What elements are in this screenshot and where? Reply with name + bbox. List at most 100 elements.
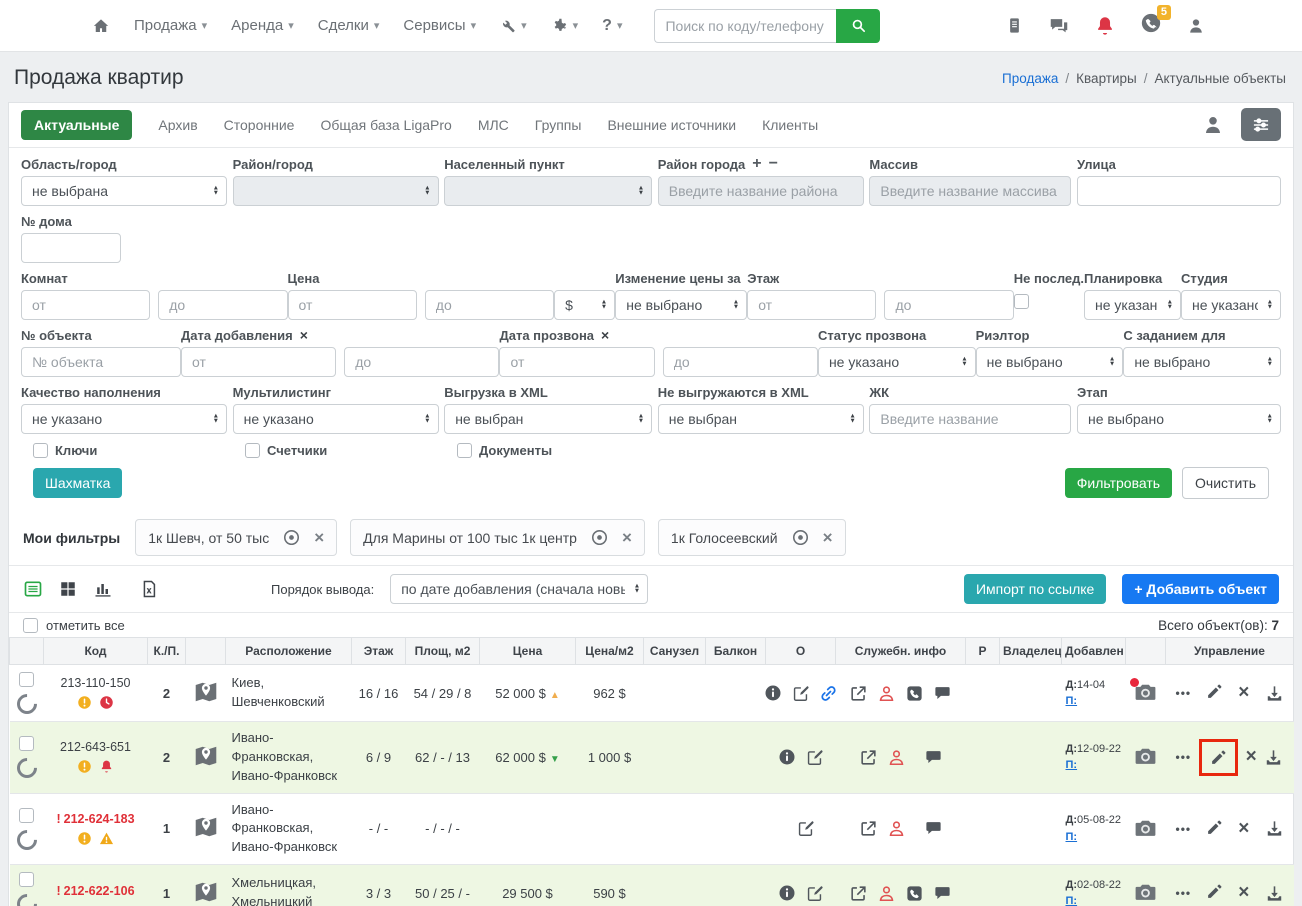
phone-icon[interactable] (905, 684, 924, 703)
row-checkbox[interactable] (19, 736, 34, 751)
remove-filter-icon[interactable]: × (622, 531, 632, 545)
delete-icon[interactable]: × (1238, 686, 1249, 700)
nav-menu-prodazha[interactable]: Продажа▾ (134, 17, 207, 34)
nav-menu-arenda[interactable]: Аренда▾ (231, 17, 294, 34)
floor-from-input[interactable] (747, 290, 876, 320)
grid-view-icon[interactable] (59, 580, 77, 598)
layout-select[interactable]: не указано (1084, 290, 1181, 320)
saved-filter-chip[interactable]: 1к Шевч, от 50 тыс × (135, 519, 337, 556)
date-added-to-input[interactable] (344, 347, 499, 377)
city-area-input[interactable] (658, 176, 864, 206)
tab-klienty[interactable]: Клиенты (762, 117, 818, 133)
search-input[interactable] (654, 9, 836, 43)
edit-note-icon[interactable] (791, 684, 810, 703)
bell-icon[interactable] (1094, 15, 1116, 37)
rooms-from-input[interactable] (21, 290, 150, 320)
date-added-from-input[interactable] (181, 347, 336, 377)
external-link-icon[interactable] (849, 884, 868, 903)
journal-icon[interactable] (1005, 16, 1024, 35)
excel-export-icon[interactable] (139, 579, 159, 599)
saved-filter-chip[interactable]: 1к Голосеевский × (658, 519, 846, 556)
delete-icon[interactable]: × (1238, 886, 1249, 900)
camera-icon[interactable] (1133, 679, 1158, 704)
camera-icon[interactable] (1133, 743, 1158, 768)
list-view-icon[interactable] (23, 579, 43, 599)
currency-select[interactable]: $ (554, 290, 615, 320)
map-pin-icon[interactable] (193, 814, 219, 840)
remove-filter-icon[interactable]: × (823, 531, 833, 545)
realtor-select[interactable]: не выбрано (976, 347, 1124, 377)
not-last-checkbox[interactable] (1014, 294, 1029, 309)
price-to-input[interactable] (425, 290, 554, 320)
person-icon[interactable] (887, 819, 906, 838)
street-input[interactable] (1077, 176, 1281, 206)
tab-obshchaya-baza[interactable]: Общая база LigaPro (320, 117, 451, 133)
filter-settings-button[interactable] (1241, 108, 1281, 141)
download-icon[interactable] (1265, 684, 1284, 703)
residential-complex-input[interactable] (869, 404, 1071, 434)
call-status-select[interactable]: не указано (818, 347, 976, 377)
district-select[interactable] (233, 176, 439, 206)
more-actions-icon[interactable]: ••• (1176, 686, 1192, 700)
pencil-icon[interactable] (1210, 749, 1227, 766)
comment-icon[interactable] (924, 748, 943, 767)
filter-apply-button[interactable]: Фильтровать (1065, 468, 1172, 498)
date-called-to-input[interactable] (663, 347, 818, 377)
tab-mls[interactable]: МЛС (478, 117, 509, 133)
add-object-button[interactable]: + Добавить объект (1122, 574, 1279, 604)
comment-icon[interactable] (933, 884, 952, 903)
edit-note-icon[interactable] (805, 884, 824, 903)
rooms-to-input[interactable] (158, 290, 287, 320)
stage-select[interactable]: не выбрано (1077, 404, 1281, 434)
pencil-icon[interactable] (1206, 683, 1223, 700)
delete-icon[interactable]: × (1246, 750, 1257, 764)
sort-order-select[interactable]: по дате добавления (сначала новые) (390, 574, 648, 604)
eye-icon[interactable] (590, 528, 609, 547)
camera-icon[interactable] (1133, 879, 1158, 904)
import-by-link-button[interactable]: Импорт по ссылке (964, 574, 1106, 604)
person-icon[interactable] (877, 884, 896, 903)
pencil-icon[interactable] (1206, 819, 1223, 836)
external-link-icon[interactable] (859, 748, 878, 767)
person-icon[interactable] (877, 684, 896, 703)
map-pin-icon[interactable] (193, 679, 219, 705)
eye-icon[interactable] (282, 528, 301, 547)
delete-icon[interactable]: × (1238, 822, 1249, 836)
nav-menu-sdelki[interactable]: Сделки▾ (318, 17, 380, 34)
nav-menu-tools[interactable]: ▾ (500, 18, 527, 34)
camera-icon[interactable] (1133, 815, 1158, 840)
user-settings-icon[interactable] (1201, 113, 1225, 137)
comment-icon[interactable] (924, 819, 943, 838)
studio-select[interactable]: не указано (1181, 290, 1281, 320)
phone-link[interactable]: П: (1066, 759, 1078, 771)
price-change-select[interactable]: не выбрано (615, 290, 747, 320)
row-checkbox[interactable] (19, 672, 34, 687)
quality-select[interactable]: не указано (21, 404, 227, 434)
link-icon[interactable] (819, 684, 838, 703)
info-icon[interactable] (778, 884, 796, 902)
documents-checkbox[interactable] (457, 443, 472, 458)
info-icon[interactable] (764, 684, 782, 702)
row-checkbox[interactable] (19, 808, 34, 823)
chart-view-icon[interactable] (93, 579, 113, 599)
external-link-icon[interactable] (859, 819, 878, 838)
more-actions-icon[interactable]: ••• (1176, 822, 1192, 836)
remove-filter-icon[interactable]: × (314, 531, 324, 545)
price-from-input[interactable] (288, 290, 417, 320)
filter-clear-button[interactable]: Очистить (1182, 467, 1269, 499)
counters-checkbox[interactable] (245, 443, 260, 458)
date-called-from-input[interactable] (499, 347, 654, 377)
home-icon[interactable] (92, 17, 110, 35)
comment-icon[interactable] (933, 684, 952, 703)
nav-menu-servisy[interactable]: Сервисы▾ (403, 17, 476, 34)
keys-checkbox[interactable] (33, 443, 48, 458)
person-icon[interactable] (887, 748, 906, 767)
saved-filter-chip[interactable]: Для Марины от 100 тыс 1к центр × (350, 519, 645, 556)
task-for-select[interactable]: не выбрано (1123, 347, 1281, 377)
more-actions-icon[interactable]: ••• (1176, 750, 1192, 764)
multilisting-select[interactable]: не указано (233, 404, 439, 434)
search-button[interactable] (836, 9, 880, 43)
tab-gruppy[interactable]: Группы (535, 117, 582, 133)
add-city-area-icon[interactable]: + (752, 159, 761, 169)
nav-menu-help[interactable]: ?▾ (602, 17, 622, 35)
